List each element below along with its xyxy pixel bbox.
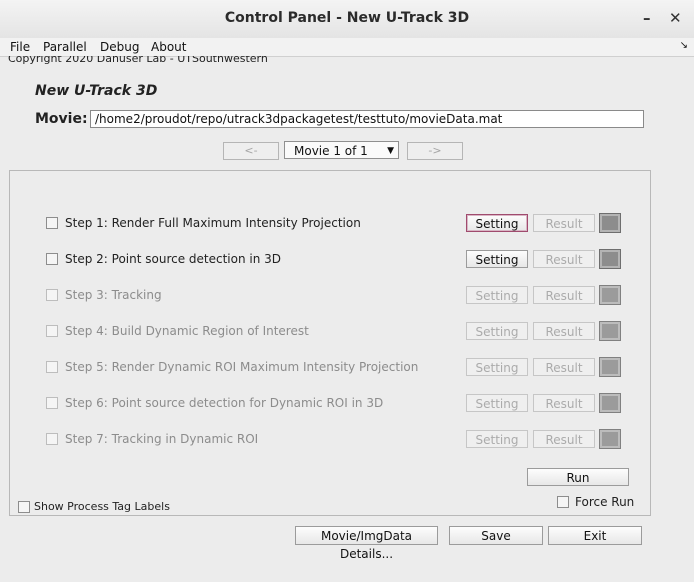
menu-parallel[interactable]: Parallel [43,40,87,54]
step-7-setting-button[interactable]: Setting [466,430,528,448]
step-row: Step 4: Build Dynamic Region of Interest… [10,321,650,343]
step-1-status-indicator [599,213,621,233]
menu-debug[interactable]: Debug [100,40,139,54]
step-6-status-indicator [599,393,621,413]
step-row: Step 7: Tracking in Dynamic ROI Setting … [10,429,650,451]
step-2-setting-button[interactable]: Setting [466,250,528,268]
movie-label: Movie: [35,111,88,127]
app-title: New U-Track 3D [35,83,158,99]
exit-button[interactable]: Exit [548,526,642,545]
save-button[interactable]: Save [449,526,543,545]
step-3-label: Step 3: Tracking [65,288,162,302]
step-4-status-indicator [599,321,621,341]
movie-select[interactable]: Movie 1 of 1 ▼ [284,141,399,159]
step-7-checkbox[interactable] [46,433,58,445]
step-3-result-button[interactable]: Result [533,286,595,304]
movie-path-field[interactable]: /home2/proudot/repo/utrack3dpackagetest/… [90,110,644,128]
step-5-label: Step 5: Render Dynamic ROI Maximum Inten… [65,360,419,374]
step-5-result-button[interactable]: Result [533,358,595,376]
step-6-result-button[interactable]: Result [533,394,595,412]
movie-select-value: Movie 1 of 1 [294,144,368,158]
window-title: Control Panel - New U-Track 3D [224,10,470,26]
process-panel: Step 1: Render Full Maximum Intensity Pr… [9,170,651,516]
step-7-result-button[interactable]: Result [533,430,595,448]
show-tags-label: Show Process Tag Labels [34,500,170,513]
dropdown-arrow-icon: ▼ [387,146,394,156]
step-3-checkbox[interactable] [46,289,58,301]
step-6-label: Step 6: Point source detection for Dynam… [65,396,384,410]
step-3-status-indicator [599,285,621,305]
step-4-result-button[interactable]: Result [533,322,595,340]
next-movie-button[interactable]: -> [407,142,463,160]
show-tags-checkbox[interactable] [18,501,30,513]
menu-bar: File Parallel Debug About ↘ [0,38,694,57]
step-2-status-indicator [599,249,621,269]
step-4-label: Step 4: Build Dynamic Region of Interest [65,324,309,338]
step-7-label: Step 7: Tracking in Dynamic ROI [65,432,259,446]
step-2-checkbox[interactable] [46,253,58,265]
step-1-checkbox[interactable] [46,217,58,229]
step-row: Step 5: Render Dynamic ROI Maximum Inten… [10,357,650,379]
step-row: Step 3: Tracking Setting Result [10,285,650,307]
step-5-status-indicator [599,357,621,377]
step-2-result-button[interactable]: Result [533,250,595,268]
prev-movie-button[interactable]: <- [223,142,279,160]
title-bar: Control Panel - New U-Track 3D – ✕ [0,0,694,39]
step-2-label: Step 2: Point source detection in 3D [65,252,282,266]
step-row: Step 1: Render Full Maximum Intensity Pr… [10,213,650,235]
close-icon[interactable]: ✕ [669,9,682,27]
force-run-label: Force Run [575,495,635,509]
minimize-icon[interactable]: – [643,9,651,27]
step-1-result-button[interactable]: Result [533,214,595,232]
step-4-setting-button[interactable]: Setting [466,322,528,340]
movie-details-button[interactable]: Movie/ImgData Details... [295,526,438,561]
step-6-setting-button[interactable]: Setting [466,394,528,412]
step-6-checkbox[interactable] [46,397,58,409]
step-row: Step 6: Point source detection for Dynam… [10,393,650,415]
step-1-label: Step 1: Render Full Maximum Intensity Pr… [65,216,361,230]
menu-file[interactable]: File [10,40,30,54]
copyright-text: Copyright 2020 Danuser Lab - UTSouthwest… [8,56,268,65]
menu-about[interactable]: About [151,40,186,54]
step-3-setting-button[interactable]: Setting [466,286,528,304]
menu-overflow-icon[interactable]: ↘ [680,40,688,51]
run-button[interactable]: Run [527,468,629,486]
force-run-checkbox[interactable] [557,496,569,508]
step-row: Step 2: Point source detection in 3D Set… [10,249,650,271]
step-1-setting-button[interactable]: Setting [466,214,528,232]
step-5-setting-button[interactable]: Setting [466,358,528,376]
step-5-checkbox[interactable] [46,361,58,373]
step-4-checkbox[interactable] [46,325,58,337]
step-7-status-indicator [599,429,621,449]
